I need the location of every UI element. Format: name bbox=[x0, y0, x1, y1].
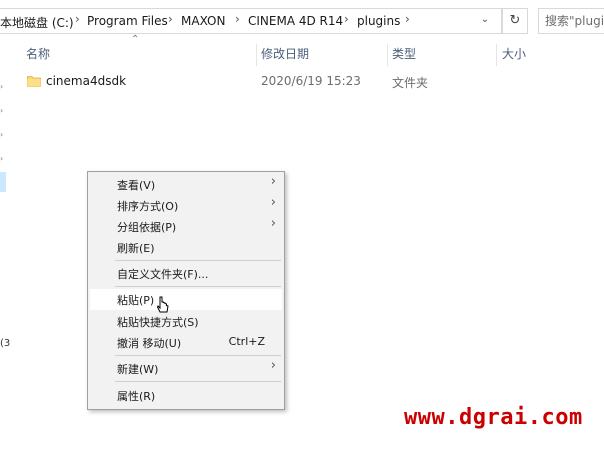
menu-item-label: 新建(W) bbox=[117, 363, 159, 376]
navigation-pane: › › › › (3 bbox=[0, 60, 10, 458]
breadcrumb-cinema4d[interactable]: CINEMA 4D R14 bbox=[248, 14, 343, 28]
nav-item-fragment[interactable]: (3 bbox=[0, 338, 10, 349]
menu-item-view[interactable]: 查看(V) › bbox=[90, 174, 282, 195]
menu-item-group-by[interactable]: 分组依据(P) › bbox=[90, 216, 282, 237]
menu-item-properties[interactable]: 属性(R) bbox=[90, 385, 282, 406]
chevron-down-icon[interactable]: ⌄ bbox=[471, 14, 499, 25]
menu-item-label: 属性(R) bbox=[117, 390, 156, 403]
expand-arrow-icon[interactable]: › bbox=[0, 106, 3, 115]
breadcrumb-separator[interactable]: › bbox=[168, 12, 173, 26]
menu-divider bbox=[115, 381, 281, 382]
refresh-icon: ↻ bbox=[509, 13, 521, 28]
menu-item-label: 分组依据(P) bbox=[117, 221, 177, 234]
menu-item-paste[interactable]: 粘贴(P) bbox=[90, 289, 282, 310]
column-header-type[interactable]: 类型 bbox=[392, 44, 416, 64]
expand-arrow-icon[interactable]: › bbox=[0, 130, 3, 139]
menu-item-label: 粘贴(P) bbox=[117, 294, 155, 307]
menu-item-sort-by[interactable]: 排序方式(O) › bbox=[90, 195, 282, 216]
context-menu: 查看(V) › 排序方式(O) › 分组依据(P) › 刷新(E) 自定义文件夹… bbox=[87, 171, 285, 410]
expand-arrow-icon[interactable]: › bbox=[0, 82, 3, 91]
menu-item-label: 自定义文件夹(F)... bbox=[117, 268, 209, 281]
refresh-button[interactable]: ↻ bbox=[502, 8, 528, 34]
menu-item-customize-folder[interactable]: 自定义文件夹(F)... bbox=[90, 263, 282, 284]
breadcrumb-program-files[interactable]: Program Files bbox=[87, 14, 168, 28]
menu-divider bbox=[115, 355, 281, 356]
chevron-up-icon: ⌃ bbox=[131, 34, 140, 45]
menu-divider bbox=[115, 286, 281, 287]
column-header-size[interactable]: 大小 bbox=[502, 44, 526, 64]
folder-icon bbox=[27, 76, 41, 87]
mouse-pointer-icon bbox=[156, 296, 169, 313]
menu-item-refresh[interactable]: 刷新(E) bbox=[90, 237, 282, 258]
breadcrumb-separator[interactable]: › bbox=[75, 12, 80, 26]
menu-item-new[interactable]: 新建(W) › bbox=[90, 358, 282, 379]
menu-item-label: 排序方式(O) bbox=[117, 200, 179, 213]
expand-arrow-icon[interactable]: › bbox=[0, 154, 3, 163]
nav-selected-item[interactable] bbox=[0, 172, 6, 192]
file-name: cinema4dsdk bbox=[46, 74, 127, 88]
file-date: 2020/6/19 15:23 bbox=[261, 74, 361, 88]
breadcrumb-drive[interactable]: 本地磁盘 (C:) bbox=[0, 14, 74, 31]
chevron-right-icon: › bbox=[270, 174, 276, 189]
watermark-text: www.dgrai.com bbox=[404, 405, 583, 430]
breadcrumb-separator[interactable]: › bbox=[235, 12, 240, 26]
breadcrumb-plugins[interactable]: plugins bbox=[357, 14, 400, 28]
menu-item-label: 查看(V) bbox=[117, 179, 156, 192]
menu-divider bbox=[115, 260, 281, 261]
column-divider[interactable] bbox=[256, 44, 257, 66]
file-row[interactable]: cinema4dsdk 2020/6/19 15:23 文件夹 bbox=[20, 70, 450, 94]
menu-item-label: 刷新(E) bbox=[117, 242, 155, 255]
menu-item-shortcut: Ctrl+Z bbox=[228, 335, 265, 348]
menu-item-label: 撤消 移动(U) bbox=[117, 337, 182, 350]
menu-item-undo-move[interactable]: 撤消 移动(U) Ctrl+Z bbox=[90, 332, 282, 353]
column-header-date[interactable]: 修改日期 bbox=[261, 44, 309, 64]
breadcrumb-separator[interactable]: › bbox=[405, 12, 410, 26]
address-bar: 本地磁盘 (C:) › Program Files › MAXON › CINE… bbox=[0, 0, 604, 43]
chevron-right-icon: › bbox=[270, 358, 276, 373]
menu-item-paste-shortcut[interactable]: 粘贴快捷方式(S) bbox=[90, 311, 282, 332]
file-type: 文件夹 bbox=[392, 76, 429, 90]
breadcrumb-maxon[interactable]: MAXON bbox=[181, 14, 225, 28]
chevron-right-icon: › bbox=[270, 195, 276, 210]
search-input[interactable]: 搜索"plugins" bbox=[538, 8, 604, 34]
breadcrumb-separator[interactable]: › bbox=[344, 12, 349, 26]
column-header-name[interactable]: 名称 bbox=[26, 44, 50, 64]
chevron-right-icon: › bbox=[270, 216, 276, 231]
column-divider[interactable] bbox=[496, 44, 497, 66]
column-divider[interactable] bbox=[387, 44, 388, 66]
